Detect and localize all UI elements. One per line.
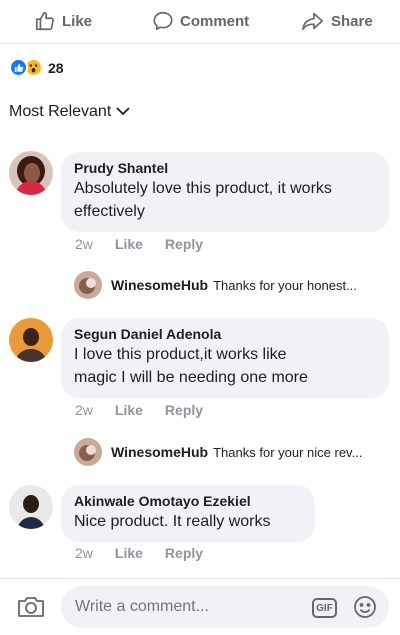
reply-text: Thanks for your nice rev... <box>213 444 363 460</box>
comment-bubble[interactable]: Akinwale Omotayo Ezekiel Nice product. I… <box>61 485 315 542</box>
comment-time[interactable]: 2w <box>75 545 93 561</box>
reaction-count: 28 <box>48 59 64 76</box>
like-button[interactable]: Like <box>34 10 92 32</box>
comment-meta: 2w Like Reply <box>75 236 203 252</box>
emoji-icon[interactable] <box>353 595 377 624</box>
reply-preview[interactable]: WinesomeHub Thanks for your honest... <box>74 271 357 299</box>
speech-bubble-icon <box>152 10 174 32</box>
avatar[interactable] <box>9 151 53 195</box>
share-arrow-icon <box>301 10 325 32</box>
comment-button[interactable]: Comment <box>152 10 249 32</box>
comment-author[interactable]: Prudy Shantel <box>74 159 377 177</box>
reply-author: WinesomeHub <box>111 444 209 460</box>
comment-reply-link[interactable]: Reply <box>165 402 203 418</box>
comment-text-line: effectively <box>74 203 145 220</box>
like-label: Like <box>62 12 93 30</box>
reply-preview[interactable]: WinesomeHub Thanks for your nice rev... <box>74 438 362 466</box>
comment-composer: GIF <box>0 578 400 635</box>
avatar[interactable] <box>9 485 53 529</box>
comment-bubble[interactable]: Segun Daniel Adenola I love this product… <box>61 318 389 398</box>
comment-bubble[interactable]: Prudy Shantel Absolutely love this produ… <box>61 152 389 232</box>
comment-author[interactable]: Akinwale Omotayo Ezekiel <box>74 492 303 510</box>
comment-author[interactable]: Segun Daniel Adenola <box>74 325 377 343</box>
avatar[interactable] <box>9 318 53 362</box>
comment-meta: 2w Like Reply <box>75 402 203 418</box>
reply-avatar <box>74 271 102 299</box>
comment-input[interactable] <box>61 586 389 628</box>
share-label: Share <box>331 12 373 30</box>
comment-text-line: Nice product. It really works <box>74 513 271 530</box>
comment-meta: 2w Like Reply <box>75 545 203 561</box>
comment-text-line: magic I will be needing one more <box>74 369 308 386</box>
sort-dropdown[interactable]: Most Relevant <box>9 103 130 121</box>
gif-button[interactable]: GIF <box>312 598 337 618</box>
comment-time[interactable]: 2w <box>75 402 93 418</box>
camera-icon[interactable] <box>17 595 45 624</box>
reply-avatar <box>74 438 102 466</box>
comment-like-link[interactable]: Like <box>115 236 143 252</box>
post-action-bar: Like Comment Share <box>0 0 400 44</box>
reactions-summary[interactable]: 28 <box>9 58 64 77</box>
comment-reply-link[interactable]: Reply <box>165 545 203 561</box>
comment-reply-link[interactable]: Reply <box>165 236 203 252</box>
comment-text-line: I love this product,it works like <box>74 346 287 363</box>
comment-like-link[interactable]: Like <box>115 545 143 561</box>
comment-like-link[interactable]: Like <box>115 402 143 418</box>
comment-time[interactable]: 2w <box>75 236 93 252</box>
share-button[interactable]: Share <box>301 10 373 32</box>
thumbs-up-icon <box>34 10 56 32</box>
reply-text: Thanks for your honest... <box>213 277 357 293</box>
comment-text-line: Absolutely love this product, it works <box>74 180 332 197</box>
chevron-down-icon <box>116 103 130 121</box>
comment-label: Comment <box>180 12 250 30</box>
like-reaction-icon <box>9 58 28 77</box>
sort-label: Most Relevant <box>9 103 112 120</box>
reply-author: WinesomeHub <box>111 277 209 293</box>
